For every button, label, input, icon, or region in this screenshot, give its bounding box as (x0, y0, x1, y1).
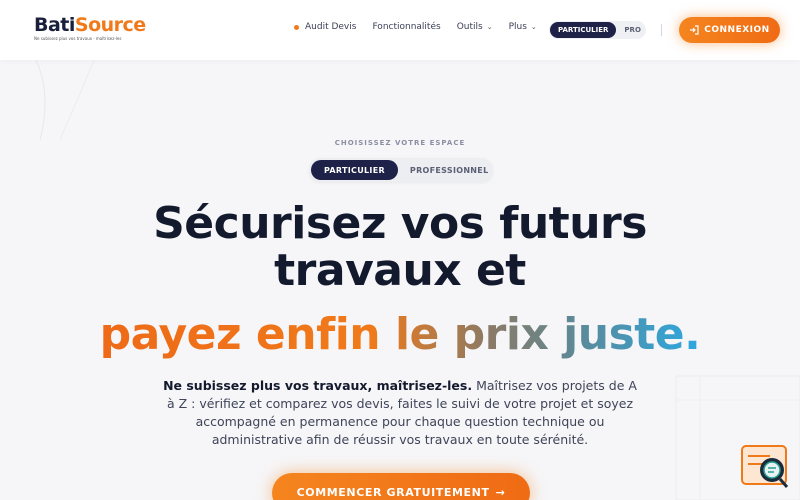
space-option-professionnel[interactable]: PROFESSIONNEL (410, 166, 489, 175)
hero-title-line2: travaux et (274, 245, 526, 296)
top-navigation-bar: BatiSource Ne subissez plus vos travaux … (0, 0, 800, 60)
nav-label: Outils (456, 22, 483, 32)
nav-item-audit-devis[interactable]: Audit Devis (294, 22, 356, 32)
status-dot-icon (294, 24, 299, 30)
hero-subtitle-strong: Ne subissez plus vos travaux, maîtrisez-… (163, 378, 473, 393)
brand-logo[interactable]: BatiSource Ne subissez plus vos travaux … (34, 14, 146, 41)
login-button[interactable]: CONNEXION (679, 17, 780, 43)
nav-label: Audit Devis (305, 22, 357, 32)
logo-tagline: Ne subissez plus vos travaux · maîtrisez… (34, 36, 122, 41)
hero-title-accent: payez enfin le prix juste. (99, 309, 701, 360)
nav-item-outils[interactable]: Outils ⌄ (457, 22, 493, 32)
space-selector: PARTICULIER PROFESSIONNEL (309, 158, 493, 182)
space-option-particulier[interactable]: PARTICULIER (311, 160, 398, 180)
nav-label: Plus (508, 22, 527, 32)
space-eyebrow: CHOISISSEZ VOTRE ESPACE (334, 139, 466, 147)
chevron-down-icon: ⌄ (530, 23, 537, 31)
hero-title-accent-wrap: payez enfin le prix juste. (0, 308, 800, 362)
cta-label: COMMENCER GRATUITEMENT (296, 486, 490, 499)
main-nav: Audit Devis Fonctionnalités Outils ⌄ Plu… (294, 22, 553, 32)
hero-title-line1: Sécurisez vos futurs (153, 198, 647, 249)
account-mode-toggle: PARTICULIER PRO (549, 21, 646, 39)
mode-option-pro[interactable]: PRO (624, 26, 640, 34)
login-arrow-icon (690, 25, 699, 35)
chat-search-icon[interactable] (740, 444, 792, 492)
nav-item-plus[interactable]: Plus ⌄ (509, 22, 537, 32)
hero-subtitle: Ne subissez plus vos travaux, maîtrisez-… (160, 377, 640, 449)
logo-word-bati: Bati (34, 14, 75, 36)
nav-divider (661, 24, 662, 36)
nav-label: Fonctionnalités (372, 22, 441, 32)
logo-word-source: Source (74, 14, 146, 36)
nav-item-fonctionnalites[interactable]: Fonctionnalités (372, 22, 440, 32)
chevron-down-icon: ⌄ (486, 23, 493, 31)
arrow-right-icon: → (495, 486, 506, 499)
start-free-button[interactable]: COMMENCER GRATUITEMENT → (272, 473, 530, 500)
mode-option-particulier[interactable]: PARTICULIER (550, 22, 617, 38)
login-label: CONNEXION (704, 25, 770, 35)
hero-title: Sécurisez vos futurs travaux et (0, 200, 800, 294)
